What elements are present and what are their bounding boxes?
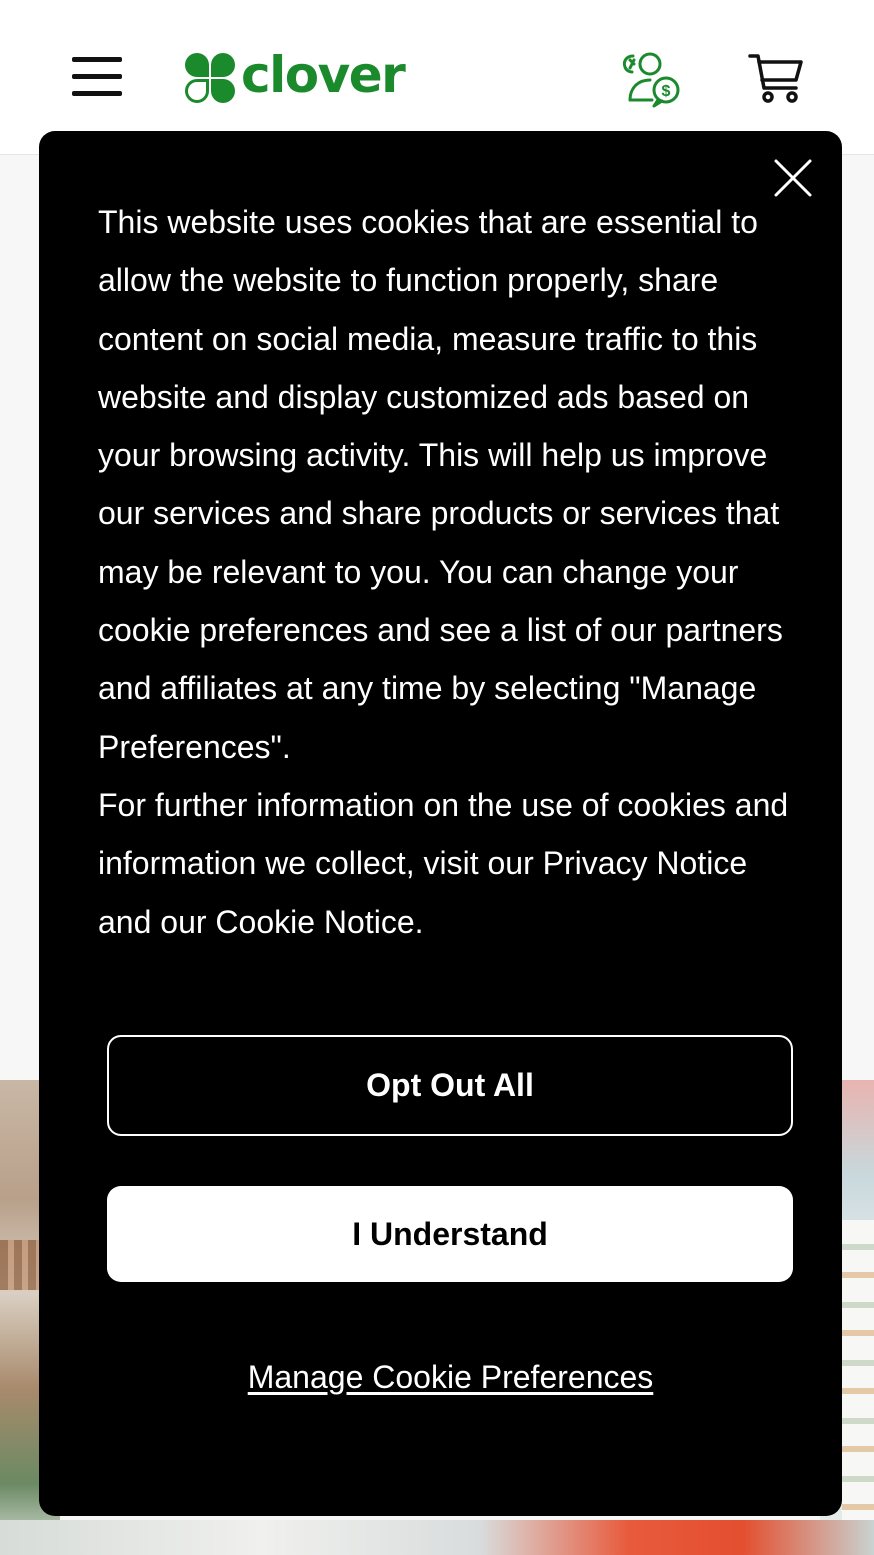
cookie-message: This website uses cookies that are essen… xyxy=(98,193,798,951)
shopping-cart-icon[interactable] xyxy=(746,50,806,106)
sales-contact-icon[interactable]: $ xyxy=(618,48,682,108)
cookie-message-paragraph: This website uses cookies that are essen… xyxy=(98,204,783,765)
cookie-message-paragraph: For further information on the use of co… xyxy=(98,786,789,940)
sales-contact-icon-graphic: $ xyxy=(622,52,680,108)
cookie-consent-dialog: This website uses cookies that are essen… xyxy=(39,131,842,1516)
svg-text:$: $ xyxy=(662,83,671,100)
page: clover $ This website uses cookies that … xyxy=(0,0,874,1555)
brand-name: clover xyxy=(241,46,406,104)
clover-logo[interactable]: clover xyxy=(183,46,406,108)
i-understand-button[interactable]: I Understand xyxy=(107,1186,793,1282)
close-icon[interactable] xyxy=(773,158,813,198)
menu-line xyxy=(72,74,122,79)
clover-leaf-icon xyxy=(185,53,235,103)
hamburger-menu-icon[interactable] xyxy=(70,55,124,99)
shopping-cart-icon-graphic xyxy=(748,54,803,103)
menu-line xyxy=(72,57,122,62)
hero-image-bottom xyxy=(0,1520,874,1555)
manage-cookie-preferences-link[interactable]: Manage Cookie Preferences xyxy=(39,1359,862,1396)
opt-out-all-button[interactable]: Opt Out All xyxy=(107,1035,793,1136)
close-icon-graphic xyxy=(774,159,812,197)
menu-line xyxy=(72,91,122,96)
